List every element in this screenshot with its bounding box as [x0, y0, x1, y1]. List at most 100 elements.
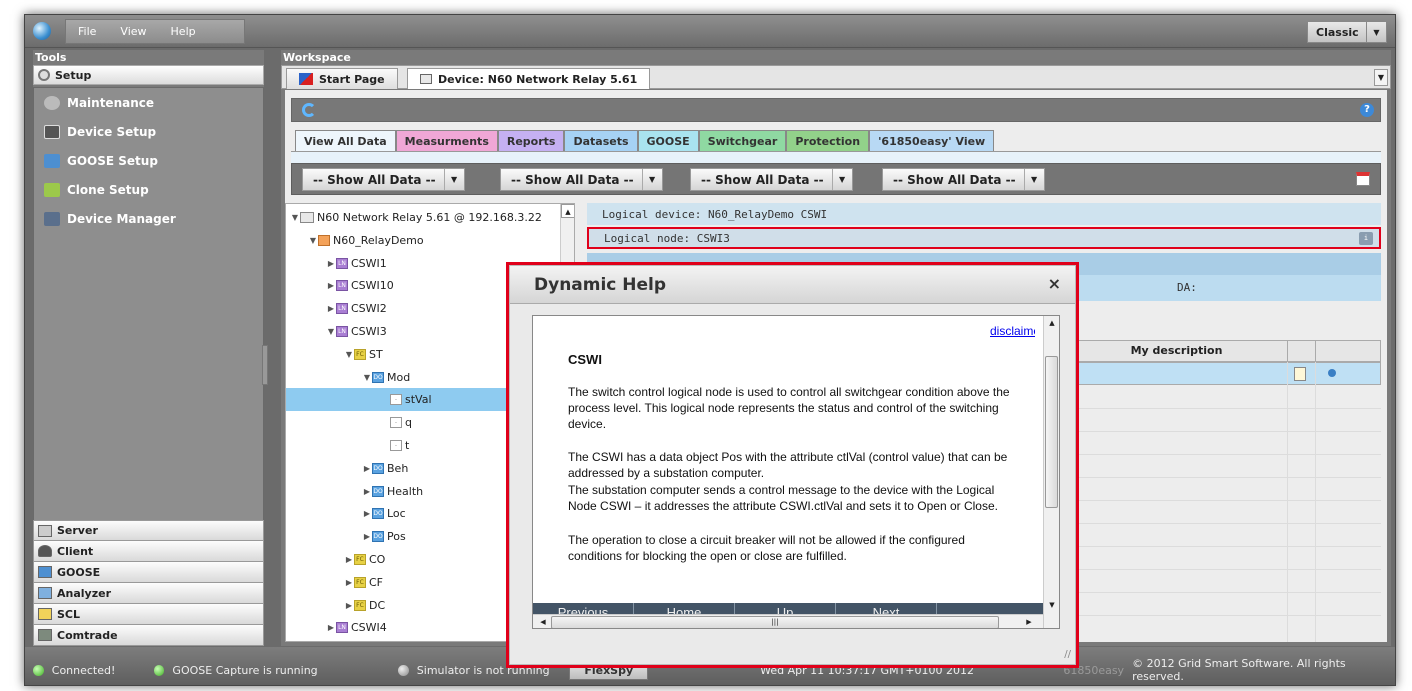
ln-node-icon: LN [336, 326, 348, 337]
scroll-thumb[interactable]: ||| [551, 616, 999, 628]
calendar-icon[interactable] [1356, 172, 1370, 186]
view-tabs: View All Data Measurments Reports Datasets G… [295, 130, 995, 152]
tab-device[interactable]: Device: N60 Network Relay 5.61 [407, 68, 651, 89]
scroll-thumb[interactable] [1045, 356, 1058, 508]
filter-select-3[interactable]: -- Show All Data -- ▼ [690, 168, 853, 191]
filter-select-1[interactable]: -- Show All Data -- ▼ [302, 168, 465, 191]
view-tab[interactable]: Switchgear [698, 130, 787, 152]
expand-arrow-icon[interactable]: ▶ [362, 532, 372, 541]
tool-server[interactable]: Server [33, 520, 264, 541]
tools-header: Tools [35, 51, 67, 64]
setup-header[interactable]: Setup [33, 65, 264, 85]
tree-node-label: Loc [387, 507, 406, 521]
tool-label: Device Setup [67, 124, 157, 139]
grid-line [1065, 454, 1381, 455]
tree-node[interactable]: ▼ N60_RelayDemo [286, 229, 574, 252]
expand-arrow-icon[interactable]: ▶ [326, 281, 336, 290]
collapse-arrow-icon[interactable]: ▼ [290, 213, 300, 222]
filter-label: -- Show All Data -- [511, 172, 634, 187]
btool-label: Server [57, 524, 98, 537]
expand-arrow-icon[interactable]: ▶ [362, 464, 372, 473]
tool-device-manager[interactable]: Device Manager [34, 204, 263, 233]
tree-node-label: q [405, 416, 412, 430]
view-tab[interactable]: Measurments [395, 130, 498, 152]
vertical-scrollbar[interactable]: ▲ ▼ [1043, 316, 1059, 628]
tree-node-label: ST [369, 347, 383, 361]
da-label: DA: [1177, 281, 1197, 294]
menu-help[interactable]: Help [159, 25, 208, 38]
disclaimer-link[interactable]: disclaimer [990, 324, 1035, 338]
scroll-right-icon[interactable]: ▶ [1021, 615, 1037, 628]
fc-node-icon: FC [354, 599, 366, 611]
view-tab[interactable]: Protection [786, 130, 870, 152]
collapse-arrow-icon[interactable]: ▼ [344, 350, 354, 359]
help-icon[interactable]: ? [1360, 103, 1374, 117]
tool-clone-setup[interactable]: Clone Setup [34, 175, 263, 204]
view-tab[interactable]: GOOSE [637, 130, 699, 152]
connected-indicator-icon [33, 664, 44, 676]
horizontal-scrollbar[interactable]: ◀ ||| ▶ [533, 614, 1045, 628]
dialog-title: Dynamic Help [510, 266, 1075, 304]
collapse-arrow-icon[interactable]: ▼ [308, 236, 318, 245]
info-icon[interactable]: i [1359, 232, 1373, 245]
expand-arrow-icon[interactable]: ▶ [344, 555, 354, 564]
tool-scl[interactable]: SCL [33, 604, 264, 625]
resize-grip-icon[interactable]: // [1064, 649, 1071, 660]
logical-node-row[interactable]: Logical node: CSWI3 i [587, 227, 1381, 249]
filter-select-4[interactable]: -- Show All Data -- ▼ [882, 168, 1045, 191]
scroll-down-icon[interactable]: ▼ [1044, 598, 1059, 613]
view-tab[interactable]: '61850easy' View [869, 130, 995, 152]
expand-arrow-icon[interactable]: ▶ [344, 578, 354, 587]
maintenance-icon [44, 95, 60, 110]
expand-arrow-icon[interactable]: ▶ [326, 304, 336, 313]
goose-status: GOOSE Capture is running [172, 663, 318, 677]
scroll-up-icon[interactable]: ▲ [1044, 316, 1059, 331]
tabs-dropdown[interactable]: ▼ [1374, 69, 1388, 86]
tool-label: GOOSE Setup [67, 153, 158, 168]
tree-node-label: CSWI2 [351, 302, 387, 316]
collapse-arrow-icon[interactable]: ▼ [362, 373, 372, 382]
tree-node[interactable]: ▼ N60 Network Relay 5.61 @ 192.168.3.22 [286, 206, 574, 229]
goose-icon [44, 153, 60, 168]
view-tab[interactable]: Datasets [564, 130, 638, 152]
panel-splitter[interactable] [262, 345, 268, 385]
tool-goose-setup[interactable]: GOOSE Setup [34, 146, 263, 175]
help-content: disclaimer CSWI The switch control logic… [532, 315, 1060, 629]
theme-select[interactable]: Classic ▼ [1307, 21, 1387, 43]
tab-start-page[interactable]: Start Page [286, 68, 398, 89]
tool-maintenance[interactable]: Maintenance [34, 88, 263, 117]
menu-view[interactable]: View [108, 25, 158, 38]
tool-goose[interactable]: GOOSE [33, 562, 264, 583]
btool-label: GOOSE [57, 565, 101, 579]
tool-analyzer[interactable]: Analyzer [33, 583, 264, 604]
info-icon[interactable] [1328, 369, 1336, 377]
collapse-arrow-icon[interactable]: ▼ [326, 327, 336, 336]
expand-arrow-icon[interactable]: ▶ [362, 487, 372, 496]
table-row[interactable] [1065, 362, 1381, 385]
do-node-icon: DO [372, 371, 384, 383]
globe-icon[interactable] [33, 22, 51, 40]
view-tab[interactable]: Reports [497, 130, 565, 152]
refresh-icon[interactable] [302, 103, 316, 117]
scroll-up-icon[interactable]: ▲ [561, 204, 574, 218]
expand-arrow-icon[interactable]: ▶ [344, 601, 354, 610]
filter-select-2[interactable]: -- Show All Data -- ▼ [500, 168, 663, 191]
tool-comtrade[interactable]: Comtrade [33, 625, 264, 646]
tree-node-label: CSWI4 [351, 621, 387, 635]
tool-device-setup[interactable]: Device Setup [34, 117, 263, 146]
menu-bar: File View Help Classic ▼ [25, 15, 1395, 48]
expand-arrow-icon[interactable]: ▶ [362, 509, 372, 518]
do-node-icon: DO [372, 485, 384, 497]
menu-file[interactable]: File [66, 25, 108, 38]
view-tab[interactable]: View All Data [295, 130, 396, 152]
edit-icon[interactable] [1294, 367, 1306, 381]
expand-arrow-icon[interactable]: ▶ [326, 259, 336, 268]
expand-arrow-icon[interactable]: ▶ [326, 623, 336, 632]
scroll-left-icon[interactable]: ◀ [535, 615, 551, 628]
help-heading: CSWI [568, 352, 602, 367]
tree-node-label: DC [369, 598, 386, 612]
tool-client[interactable]: Client [33, 541, 264, 562]
tree-node-label: N60 Network Relay 5.61 @ 192.168.3.22 [317, 211, 542, 224]
close-icon[interactable]: × [1048, 274, 1061, 293]
setup-header-label: Setup [55, 68, 92, 82]
